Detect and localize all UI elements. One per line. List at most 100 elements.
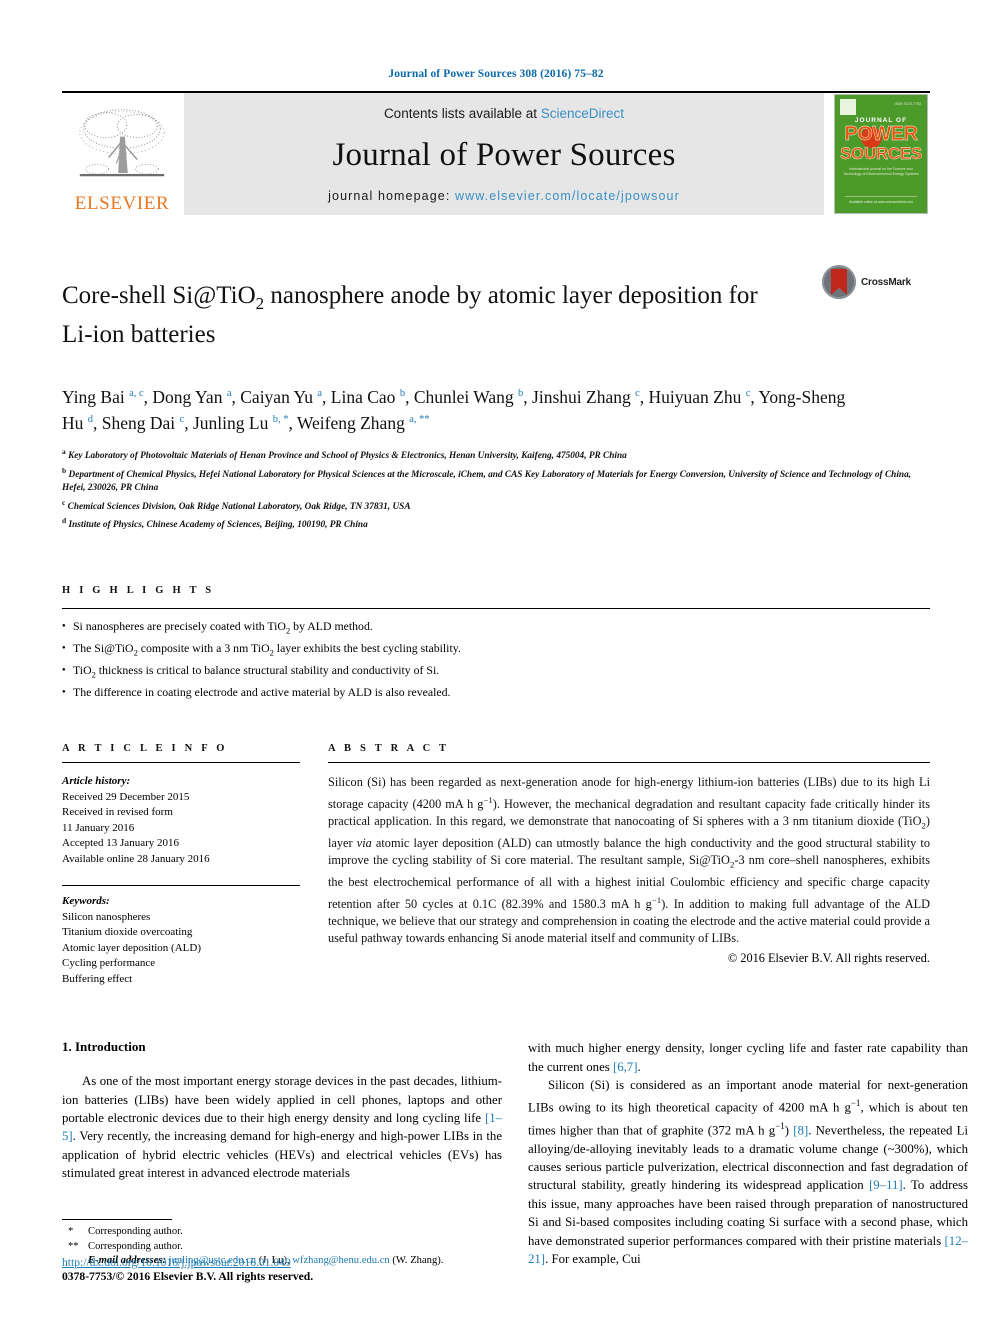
abstract-text: Silicon (Si) has been regarded as next-g… [328,775,930,946]
corr-mark-1: * [68,1226,74,1238]
highlights-section: H I G H L I G H T S Si nanospheres are p… [62,585,930,701]
keywords-block: Keywords: Silicon nanospheres Titanium di… [62,885,300,987]
info-abstract-row: A R T I C L E I N F O Article history: R… [62,743,930,987]
history-line: Received 29 December 2015 [62,790,190,803]
highlights-heading: H I G H L I G H T S [62,585,215,597]
author-name: Jinshui Zhang [532,386,631,407]
corr-text-1: Corresponding author. [88,1226,183,1238]
highlight-subscript: 2 [285,625,291,636]
cover-logo-box [840,99,856,115]
citation-ref[interactable]: [12–21] [528,1234,968,1266]
journal-banner: Contents lists available at ScienceDirec… [184,93,824,215]
contents-available-line: Contents lists available at ScienceDirec… [384,106,624,121]
page-title: Core-shell Si@TiO2 nanosphere anode by a… [62,280,822,350]
cover-line3: SOURCES [840,144,923,163]
highlight-subscript: 2 [133,647,138,658]
highlight-item: Si nanospheres are precisely coated with… [62,618,930,640]
elsevier-logo: ELSEVIER [62,93,182,215]
corresponding-author-2: ** Corresponding author. [62,1240,502,1255]
article-history-label: Article history: [62,775,131,788]
corresponding-author-1: * Corresponding author. [62,1225,502,1240]
article-info-heading: A R T I C L E I N F O [62,743,228,755]
body-columns: 1. Introduction As one of the most impor… [62,1039,968,1268]
title-subscript: 2 [255,293,265,313]
author-affil-mark: b, * [272,414,289,426]
intro-paragraph-left: As one of the most important energy stor… [62,1074,502,1181]
crossmark-badge[interactable]: CrossMark [822,265,912,299]
body-column-left: 1. Introduction As one of the most impor… [62,1039,502,1268]
abstract-heading: A B S T R A C T [328,743,450,755]
author-affil-mark: a, ** [409,414,430,426]
highlight-item: The difference in coating electrode and … [62,684,930,702]
paper-page: Journal of Power Sources 308 (2016) 75–8… [0,0,992,1323]
author-affil-mark: d [87,414,94,426]
affiliation-item: a Key Laboratory of Photovoltaic Materia… [62,447,627,462]
abstract-column: A B S T R A C T Silicon (Si) has been re… [328,743,930,987]
author-name: Dong Yan [152,386,223,407]
citation-ref[interactable]: [9–11] [869,1178,903,1192]
affiliation-item: b Department of Chemical Physics, Hefei … [62,465,912,494]
highlight-subscript: 2 [91,669,96,680]
keyword-item: Silicon nanospheres [62,910,151,923]
history-line: Available online 28 January 2016 [62,852,210,865]
sciencedirect-link[interactable]: ScienceDirect [541,106,624,121]
homepage-link[interactable]: www.elsevier.com/locate/jpowsour [455,189,680,203]
article-info-column: A R T I C L E I N F O Article history: R… [62,743,300,987]
affiliation-list: a Key Laboratory of Photovoltaic Materia… [62,445,930,533]
highlight-item: The Si@TiO2 composite with a 3 nm TiO2 l… [62,640,930,662]
author-affil-mark: b [518,387,524,399]
crossmark-icon [822,265,856,299]
keywords-lines: Silicon nanospheres Titanium dioxide over… [62,910,300,988]
author-name: Huiyuan Zhu [648,386,742,407]
section-title-introduction: 1. Introduction [62,1039,146,1055]
keywords-label: Keywords: [62,895,110,908]
author-affil-mark: a [226,387,232,399]
author-affil-mark: c [635,387,640,399]
doi-link[interactable]: http://dx.doi.org/10.1016/j.jpowsour.201… [62,1256,502,1269]
elsevier-wordmark: ELSEVIER [74,193,170,214]
author-affil-mark: a [317,387,323,399]
highlights-list: Si nanospheres are precisely coated with… [62,618,930,701]
affiliation-item: c Chemical Sciences Division, Oak Ridge … [62,497,411,512]
author-name: Chunlei Wang [413,386,514,407]
cover-line2: POWER [844,123,918,145]
keyword-item: Titanium dioxide overcoating [62,926,193,939]
elsevier-tree-icon [79,109,165,177]
article-history-lines: Received 29 December 2015 Received in rev… [62,790,300,868]
abstract-divider [328,762,930,764]
author-name: Caiyan Yu [240,386,313,407]
author-name: Ying Bai [62,386,125,407]
author-list: Ying Bai a, c, Dong Yan a, Caiyan Yu a, … [62,386,846,434]
corr-text-2: Corresponding author. [88,1240,183,1252]
highlight-item: TiO2 thickness is critical to balance st… [62,662,930,684]
journal-masthead: ELSEVIER Contents lists available at Sci… [62,91,930,215]
citation-ref[interactable]: [6,7] [613,1060,638,1074]
contents-prefix: Contents lists available at [383,106,541,121]
cover-blurb: International journal on the Science and… [843,167,919,176]
author-name: Weifeng Zhang [296,413,405,434]
title-line1-a: Core-shell Si@TiO [62,281,256,309]
affiliation-item: d Institute of Physics, Chinese Academy … [62,516,368,531]
intro-continued-right: with much higher energy density, longer … [528,1041,968,1074]
corr-mark-2: ** [68,1240,79,1252]
footnote-divider [62,1219,172,1221]
author-affil-mark: a, c [129,387,144,399]
intro-paragraph-right: Silicon (Si) is considered as an importa… [528,1077,969,1267]
affiliation-mark: c [62,497,66,507]
citation-ref[interactable]: [8] [793,1123,808,1137]
keywords-divider [62,885,300,887]
article-info-divider [62,762,300,764]
crossmark-label: CrossMark [861,276,911,288]
cover-art: ISSN 0378-7753 JOURNAL OF POWER SOURCES … [834,94,928,214]
journal-title: Journal of Power Sources [332,136,676,173]
journal-cover-thumbnail: ISSN 0378-7753 JOURNAL OF POWER SOURCES … [832,93,930,215]
abstract-copyright: © 2016 Elsevier B.V. All rights reserved… [727,950,930,965]
citation-ref[interactable]: [1–5] [62,1111,502,1143]
author-name: Junling Lu [192,413,269,434]
author-affil-mark: b [399,387,406,399]
keyword-item: Buffering effect [62,972,133,985]
affiliation-mark: b [62,465,67,475]
highlights-divider [62,608,930,610]
author-name: Sheng Dai [101,413,176,434]
history-line: Accepted 13 January 2016 [62,837,179,850]
